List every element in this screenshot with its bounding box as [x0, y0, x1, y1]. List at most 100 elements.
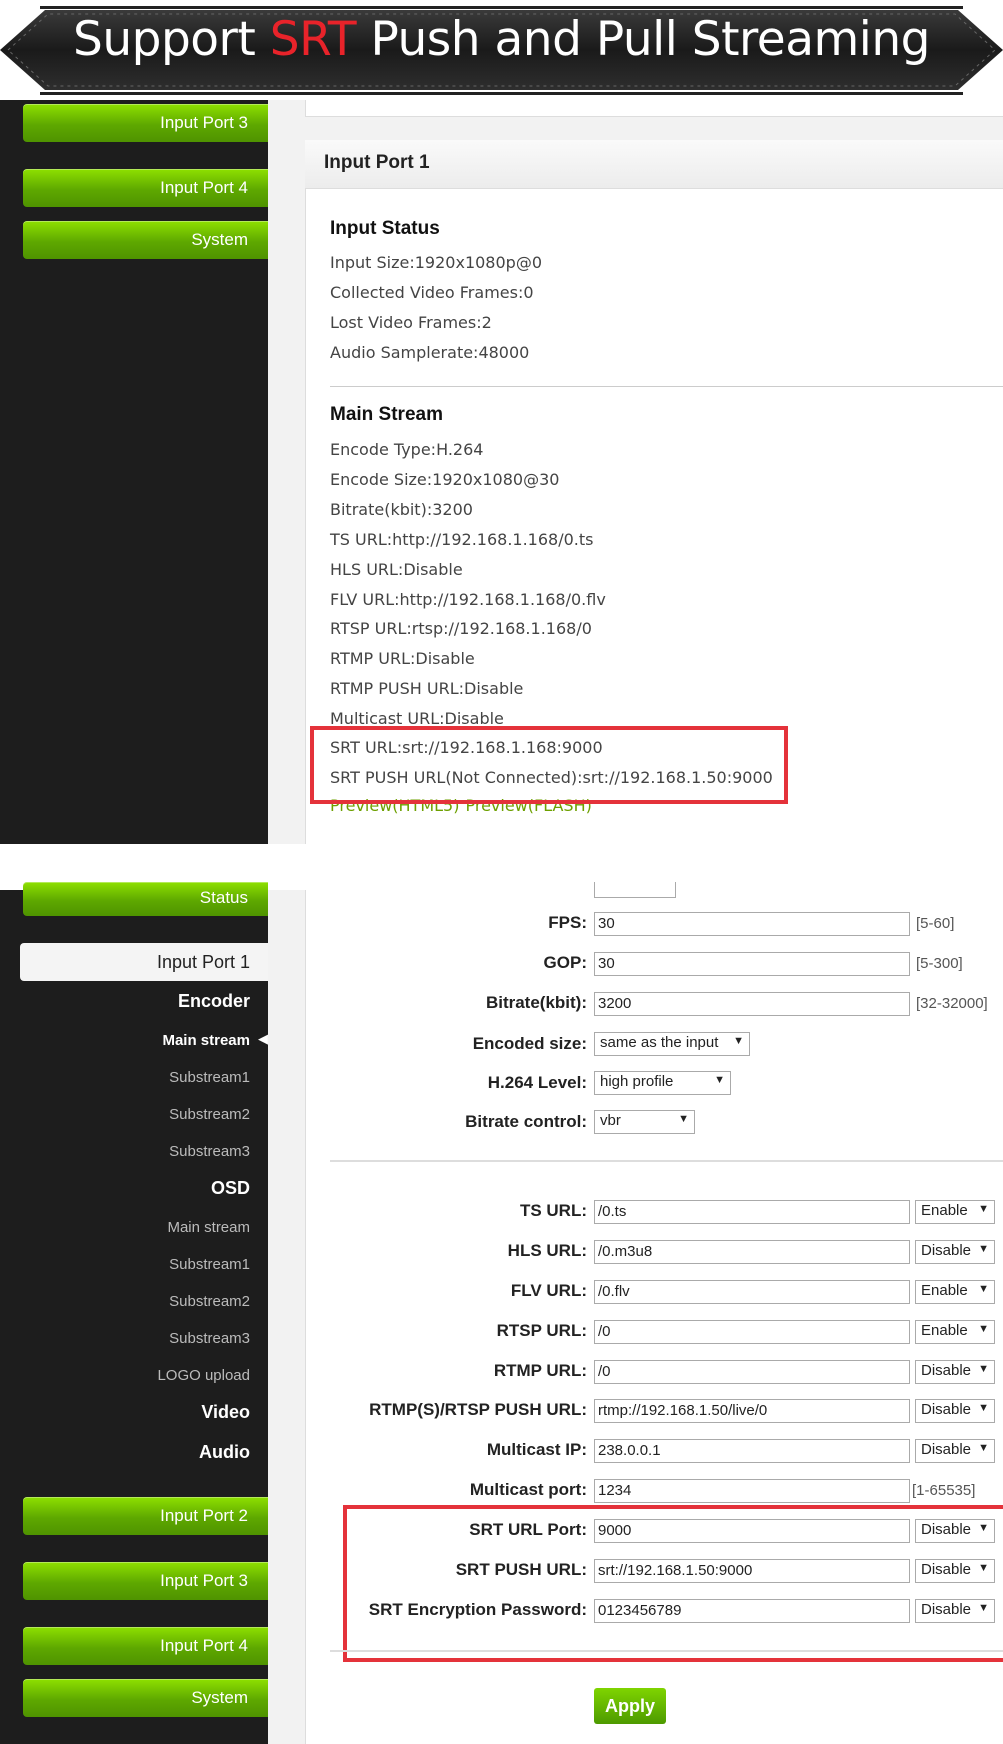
sidebar-group-encoder[interactable]: Encoder [178, 991, 250, 1012]
sidebar-item-encoder-substream1[interactable]: Substream1 [169, 1069, 250, 1086]
srt-settings-highlight-box [343, 1505, 1003, 1662]
sidebar-item-osd-substream3[interactable]: Substream3 [169, 1330, 250, 1347]
rtmp-rtsp-push-url-input[interactable]: rtmp://192.168.1.50/live/0 [594, 1399, 910, 1423]
main-stream-line: Encode Size:1920x1080@30 [330, 470, 560, 489]
bitrate-input[interactable]: 3200 [594, 992, 910, 1016]
main-stream-line: HLS URL:Disable [330, 560, 463, 579]
rtsp-url-label: RTSP URL: [496, 1321, 587, 1340]
bitrate-label: Bitrate(kbit): [485, 993, 587, 1012]
sidebar-group-osd[interactable]: OSD [211, 1178, 250, 1199]
chevron-down-icon: ▼ [978, 1363, 989, 1375]
rtmp-url-input[interactable]: /0 [594, 1360, 910, 1384]
main-stream-line: RTMP URL:Disable [330, 649, 475, 668]
rtmp-rtsp-push-url-label: RTMP(S)/RTSP PUSH URL: [369, 1400, 587, 1419]
rtmp-url-state-select[interactable]: Disable ▼ [915, 1360, 995, 1384]
chevron-down-icon: ▼ [733, 1035, 744, 1047]
srt-highlight-box [310, 726, 788, 804]
fps-range: [5-60] [916, 915, 955, 932]
sidebar-item-input-port-3[interactable]: Input Port 3 [23, 1562, 268, 1600]
main-stream-line: RTMP PUSH URL:Disable [330, 679, 524, 698]
encoded-size-label: Encoded size: [472, 1034, 587, 1053]
hls-url-input[interactable]: /0.m3u8 [594, 1240, 910, 1264]
panel-title: Input Port 1 [324, 152, 430, 173]
rtsp-url-state-select[interactable]: Enable ▼ [915, 1320, 995, 1344]
multicast-port-range: [1-65535] [912, 1482, 976, 1499]
multicast-ip-label: Multicast IP: [486, 1440, 587, 1459]
chevron-down-icon: ▼ [978, 1323, 989, 1335]
form-divider [330, 1650, 1003, 1652]
main-stream-heading: Main Stream [330, 404, 443, 425]
flv-url-input[interactable]: /0.flv [594, 1280, 910, 1304]
gop-label: GOP: [543, 953, 587, 972]
input-status-heading: Input Status [330, 218, 440, 239]
sidebar-item-status[interactable]: Status [23, 882, 268, 916]
ts-url-input[interactable]: /0.ts [594, 1200, 910, 1224]
input-status-line: Lost Video Frames:2 [330, 313, 492, 332]
input-status-line: Collected Video Frames:0 [330, 283, 534, 302]
h264-level-select[interactable]: high profile ▼ [594, 1071, 731, 1095]
main-stream-line: RTSP URL:rtsp://192.168.1.168/0 [330, 619, 592, 638]
banner: Support SRT Push and Pull Streaming [0, 0, 1003, 100]
encoding-type-select[interactable] [594, 882, 676, 898]
form-divider [330, 1160, 1003, 1162]
sidebar-item-input-port-2[interactable]: Input Port 2 [23, 1497, 268, 1535]
main-stream-line: Bitrate(kbit):3200 [330, 500, 473, 519]
h264-level-label: H.264 Level: [487, 1073, 587, 1092]
main-stream-line: FLV URL:http://192.168.1.168/0.flv [330, 590, 606, 609]
sidebar-item-encoder-substream2[interactable]: Substream2 [169, 1106, 250, 1123]
sidebar-item-system[interactable]: System [23, 1679, 268, 1717]
sidebar-item-system[interactable]: System [23, 221, 268, 259]
sidebar-item-logo-upload[interactable]: LOGO upload [157, 1367, 250, 1384]
hls-url-label: HLS URL: [507, 1241, 587, 1260]
encoded-size-select[interactable]: same as the input ▼ [594, 1032, 750, 1056]
sidebar-group-audio[interactable]: Audio [199, 1442, 250, 1463]
chevron-down-icon: ▼ [678, 1113, 689, 1125]
fps-input[interactable]: 30 [594, 912, 910, 936]
rtmp-url-label: RTMP URL: [493, 1361, 587, 1380]
chevron-down-icon: ▼ [978, 1402, 989, 1414]
sidebar-group-video[interactable]: Video [201, 1402, 250, 1423]
ts-url-label: TS URL: [519, 1201, 587, 1220]
gop-input[interactable]: 30 [594, 952, 910, 976]
bitrate-control-label: Bitrate control: [465, 1112, 587, 1131]
chevron-down-icon: ▼ [978, 1442, 989, 1454]
sidebar-item-input-port-4[interactable]: Input Port 4 [23, 169, 268, 207]
fps-label: FPS: [548, 913, 587, 932]
multicast-ip-input[interactable]: 238.0.0.1 [594, 1439, 910, 1463]
sidebar-item-input-port-3[interactable]: Input Port 3 [23, 104, 268, 142]
multicast-ip-state-select[interactable]: Disable ▼ [915, 1439, 995, 1463]
section-divider [330, 386, 1003, 387]
bitrate-range: [32-32000] [916, 995, 988, 1012]
active-marker-icon: ◀ [258, 1032, 268, 1047]
sidebar-item-osd-substream1[interactable]: Substream1 [169, 1256, 250, 1273]
chevron-down-icon: ▼ [978, 1243, 989, 1255]
input-status-line: Input Size:1920x1080p@0 [330, 253, 542, 272]
input-status-line: Audio Samplerate:48000 [330, 343, 530, 362]
multicast-port-label: Multicast port: [469, 1480, 587, 1499]
sidebar-item-label: Input Port 1 [156, 952, 250, 972]
hls-url-state-select[interactable]: Disable ▼ [915, 1240, 995, 1264]
sidebar-item-input-port-4[interactable]: Input Port 4 [23, 1627, 268, 1665]
banner-title: Support SRT Push and Pull Streaming [73, 12, 930, 67]
rtsp-url-input[interactable]: /0 [594, 1320, 910, 1344]
gop-range: [5-300] [916, 955, 963, 972]
chevron-down-icon: ▼ [714, 1074, 725, 1086]
ts-url-state-select[interactable]: Enable ▼ [915, 1200, 995, 1224]
sidebar-item-osd-substream2[interactable]: Substream2 [169, 1293, 250, 1310]
sidebar-item-osd-main-stream[interactable]: Main stream [167, 1219, 250, 1236]
bitrate-control-select[interactable]: vbr ▼ [594, 1110, 695, 1134]
main-stream-line: Encode Type:H.264 [330, 440, 484, 459]
sidebar-item-encoder-substream3[interactable]: Substream3 [169, 1143, 250, 1160]
rtmp-rtsp-push-url-state-select[interactable]: Disable ▼ [915, 1399, 995, 1423]
top-sidebar [0, 100, 268, 844]
srt-highlight: SRT [269, 12, 357, 67]
bottom-sidebar [0, 890, 268, 1744]
flv-url-state-select[interactable]: Enable ▼ [915, 1280, 995, 1304]
apply-button[interactable]: Apply [594, 1688, 666, 1724]
sidebar-item-encoder-main-stream[interactable]: Main stream [162, 1032, 250, 1049]
main-stream-line: TS URL:http://192.168.1.168/0.ts [330, 530, 594, 549]
previous-panel-edge [305, 100, 1003, 117]
chevron-down-icon: ▼ [978, 1283, 989, 1295]
chevron-down-icon: ▼ [978, 1203, 989, 1215]
multicast-port-input[interactable]: 1234 [594, 1479, 910, 1503]
